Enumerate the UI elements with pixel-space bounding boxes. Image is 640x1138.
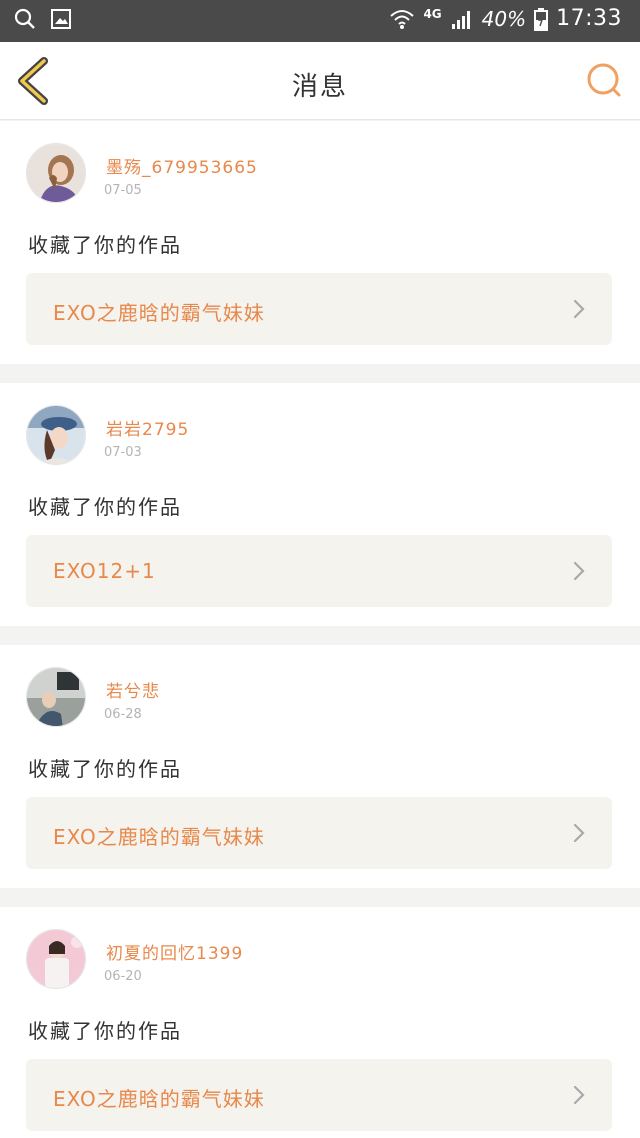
signal-icon <box>451 10 470 29</box>
username[interactable]: 墨殇_679953665 <box>106 153 258 178</box>
search-icon[interactable] <box>584 60 624 100</box>
chevron-right-icon <box>573 561 585 581</box>
work-link[interactable]: EXO之鹿晗的霸气妹妹 <box>26 273 612 345</box>
work-link[interactable]: EXO12+1 <box>26 535 612 607</box>
network-type: 4G <box>423 6 442 21</box>
message-list: 墨殇_679953665 07-05 收藏了你的作品 EXO之鹿晗的霸气妹妹 岩… <box>0 121 640 1138</box>
top-nav-bar: 消息 <box>0 42 640 120</box>
message-date: 06-20 <box>104 969 142 984</box>
avatar[interactable] <box>26 929 86 989</box>
work-title: EXO12+1 <box>53 559 156 583</box>
wifi-icon <box>390 9 415 29</box>
work-link[interactable]: EXO之鹿晗的霸气妹妹 <box>26 797 612 869</box>
battery-icon <box>534 7 549 31</box>
message-date: 07-05 <box>104 183 142 198</box>
message-date: 06-28 <box>104 707 142 722</box>
work-title: EXO之鹿晗的霸气妹妹 <box>53 825 265 849</box>
message-card: 墨殇_679953665 07-05 收藏了你的作品 EXO之鹿晗的霸气妹妹 <box>0 121 640 364</box>
search-icon <box>14 8 35 29</box>
message-card: 若兮悲 06-28 收藏了你的作品 EXO之鹿晗的霸气妹妹 <box>0 645 640 888</box>
action-text: 收藏了你的作品 <box>28 757 182 781</box>
avatar[interactable] <box>26 405 86 465</box>
work-title: EXO之鹿晗的霸气妹妹 <box>53 1087 265 1111</box>
status-left <box>14 8 72 30</box>
avatar[interactable] <box>26 667 86 727</box>
chevron-right-icon <box>573 299 585 319</box>
status-right: 4G 40% 17:33 <box>389 6 622 31</box>
username[interactable]: 岩岩2795 <box>106 415 189 440</box>
avatar[interactable] <box>26 143 86 203</box>
message-card: 岩岩2795 07-03 收藏了你的作品 EXO12+1 <box>0 383 640 626</box>
action-text: 收藏了你的作品 <box>28 1019 182 1043</box>
action-text: 收藏了你的作品 <box>28 233 182 257</box>
message-date: 07-03 <box>104 445 142 460</box>
image-icon <box>51 9 71 29</box>
page-title: 消息 <box>291 72 348 102</box>
username[interactable]: 若兮悲 <box>106 677 160 702</box>
message-card: 初夏的回忆1399 06-20 收藏了你的作品 EXO之鹿晗的霸气妹妹 <box>0 907 640 1138</box>
clock: 17:33 <box>556 6 622 31</box>
battery-percent: 40% <box>481 6 527 31</box>
action-text: 收藏了你的作品 <box>28 495 182 519</box>
status-bar: 4G 40% 17:33 <box>0 0 640 42</box>
chevron-right-icon <box>573 823 585 843</box>
work-title: EXO之鹿晗的霸气妹妹 <box>53 301 265 325</box>
username[interactable]: 初夏的回忆1399 <box>106 939 243 964</box>
chevron-right-icon <box>573 1085 585 1105</box>
work-link[interactable]: EXO之鹿晗的霸气妹妹 <box>26 1059 612 1131</box>
